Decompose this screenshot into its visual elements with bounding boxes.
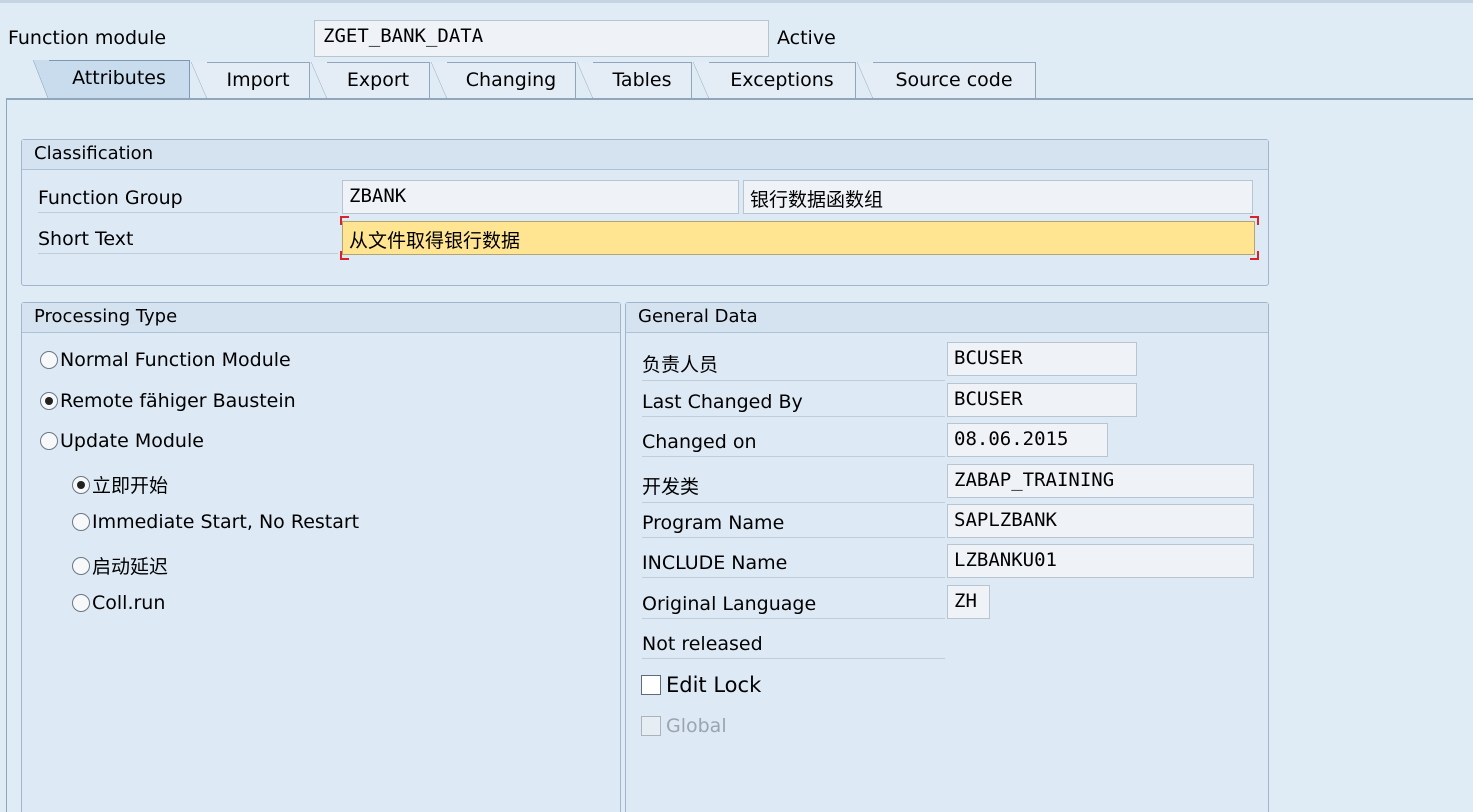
responsible-label: 负责人员 <box>642 350 945 381</box>
tab-strip: Attributes Import Export Changing Tables… <box>0 60 1473 101</box>
tab-tables[interactable]: Tables <box>577 62 692 99</box>
short-text-input[interactable]: 从文件取得银行数据 <box>342 221 1255 255</box>
radio-button[interactable] <box>40 392 58 410</box>
tab-label: Tables <box>612 69 672 91</box>
radio-start-delayed[interactable]: 启动延迟 <box>72 552 168 579</box>
changed-on-field: 08.06.2015 <box>947 423 1108 457</box>
include-name-field: LZBANKU01 <box>947 544 1254 578</box>
checkbox-box[interactable] <box>641 675 661 695</box>
function-module-field[interactable]: ZGET_BANK_DATA <box>314 20 769 57</box>
radio-label: Update Module <box>60 430 204 452</box>
program-name-field: SAPLZBANK <box>947 504 1254 538</box>
radio-label: 启动延迟 <box>92 556 169 578</box>
last-changed-by-label: Last Changed By <box>642 391 945 417</box>
responsible-field: BCUSER <box>947 342 1137 376</box>
tab-label: Source code <box>895 69 1013 91</box>
changed-on-label: Changed on <box>642 431 945 457</box>
function-group-description: 银行数据函数组 <box>743 180 1253 214</box>
original-language-field: ZH <box>947 585 990 619</box>
radio-button[interactable] <box>40 432 58 450</box>
edit-lock-checkbox[interactable]: Edit Lock <box>641 673 761 697</box>
include-name-label: INCLUDE Name <box>642 552 945 578</box>
radio-coll-run[interactable]: Coll.run <box>72 592 165 614</box>
input-focus-corner <box>1250 251 1259 260</box>
radio-normal-function-module[interactable]: Normal Function Module <box>40 349 291 371</box>
radio-label: Remote fähiger Baustein <box>60 390 296 412</box>
header-bar: Function module ZGET_BANK_DATA Active <box>0 0 1473 62</box>
radio-label: 立即开始 <box>92 475 169 497</box>
global-checkbox: Global <box>641 715 727 737</box>
radio-button[interactable] <box>72 475 90 494</box>
radio-button[interactable] <box>40 351 58 369</box>
radio-immediate-no-restart[interactable]: Immediate Start, No Restart <box>72 511 359 533</box>
radio-label: Immediate Start, No Restart <box>92 511 360 533</box>
input-focus-corner <box>1250 216 1259 225</box>
package-label: 开发类 <box>642 472 945 503</box>
package-field: ZABAP_TRAINING <box>947 464 1254 498</box>
original-language-label: Original Language <box>642 593 945 619</box>
tab-label: Import <box>226 69 290 91</box>
function-group-label: Function Group <box>38 187 338 213</box>
short-text-label: Short Text <box>38 228 338 254</box>
input-focus-corner <box>340 251 349 260</box>
function-module-label: Function module <box>8 27 167 49</box>
tab-changing[interactable]: Changing <box>431 62 576 99</box>
tab-label: Attributes <box>72 67 166 89</box>
processing-type-title: Processing Type <box>22 303 620 333</box>
radio-button[interactable] <box>72 556 90 575</box>
radio-button[interactable] <box>72 594 90 612</box>
radio-label: Coll.run <box>92 592 166 614</box>
tab-label: Exceptions <box>730 69 834 91</box>
status-text: Active <box>777 27 836 49</box>
tab-source-code[interactable]: Source code <box>857 62 1036 99</box>
function-group-field[interactable]: ZBANK <box>342 180 739 214</box>
checkbox-label: Edit Lock <box>666 673 762 697</box>
general-data-title: General Data <box>626 303 1268 333</box>
program-name-label: Program Name <box>642 512 945 538</box>
tab-import[interactable]: Import <box>191 62 310 99</box>
radio-label: Normal Function Module <box>60 349 291 371</box>
tab-label: Export <box>346 69 410 91</box>
tab-export[interactable]: Export <box>311 62 430 99</box>
last-changed-by-field: BCUSER <box>947 383 1137 417</box>
tab-attributes[interactable]: Attributes <box>33 60 190 101</box>
checkbox-label: Global <box>666 715 727 737</box>
tab-label: Changing <box>465 69 557 91</box>
radio-start-immediately[interactable]: 立即开始 <box>72 471 168 498</box>
classification-title: Classification <box>22 140 1268 170</box>
radio-update-module[interactable]: Update Module <box>40 430 204 452</box>
input-focus-corner <box>340 216 349 225</box>
tab-exceptions[interactable]: Exceptions <box>693 62 856 99</box>
release-status-text: Not released <box>642 633 945 659</box>
radio-remote-enabled[interactable]: Remote fähiger Baustein <box>40 390 296 412</box>
checkbox-box <box>641 716 661 736</box>
radio-button[interactable] <box>72 513 90 531</box>
